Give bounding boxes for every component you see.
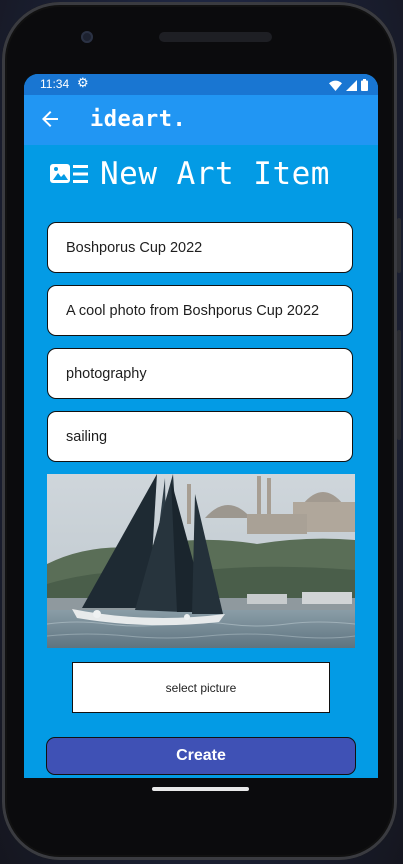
earpiece-speaker	[159, 32, 272, 42]
arrow-back-icon[interactable]	[38, 107, 62, 131]
select-picture-button[interactable]: select picture	[72, 662, 330, 713]
front-camera	[81, 31, 93, 43]
battery-icon	[361, 79, 368, 91]
app-bar: ideart.	[24, 95, 378, 145]
photo-image	[47, 474, 355, 648]
page-heading: New Art Item	[50, 154, 330, 194]
image-list-icon	[50, 164, 88, 183]
wifi-icon	[329, 80, 342, 91]
gear-icon: ⚙	[77, 75, 89, 90]
status-time: 11:34	[40, 77, 70, 91]
home-indicator[interactable]	[152, 787, 249, 791]
app-title: ideart.	[90, 107, 187, 132]
tag-field[interactable]: sailing	[47, 411, 353, 462]
description-field[interactable]: A cool photo from Boshporus Cup 2022	[47, 285, 353, 336]
volume-button	[397, 330, 401, 440]
signal-icon	[346, 79, 357, 91]
screen: 11:34 ⚙ ideart. New Art Item Boshporus C…	[24, 74, 378, 778]
status-icons	[329, 79, 368, 91]
phone-frame: 11:34 ⚙ ideart. New Art Item Boshporus C…	[2, 2, 397, 860]
status-bar: 11:34 ⚙	[24, 74, 378, 95]
power-button	[397, 218, 401, 273]
category-field[interactable]: photography	[47, 348, 353, 399]
sailboat-photo	[47, 474, 355, 648]
page-title: New Art Item	[100, 156, 330, 192]
title-field[interactable]: Boshporus Cup 2022	[47, 222, 353, 273]
create-button[interactable]: Create	[46, 737, 356, 775]
